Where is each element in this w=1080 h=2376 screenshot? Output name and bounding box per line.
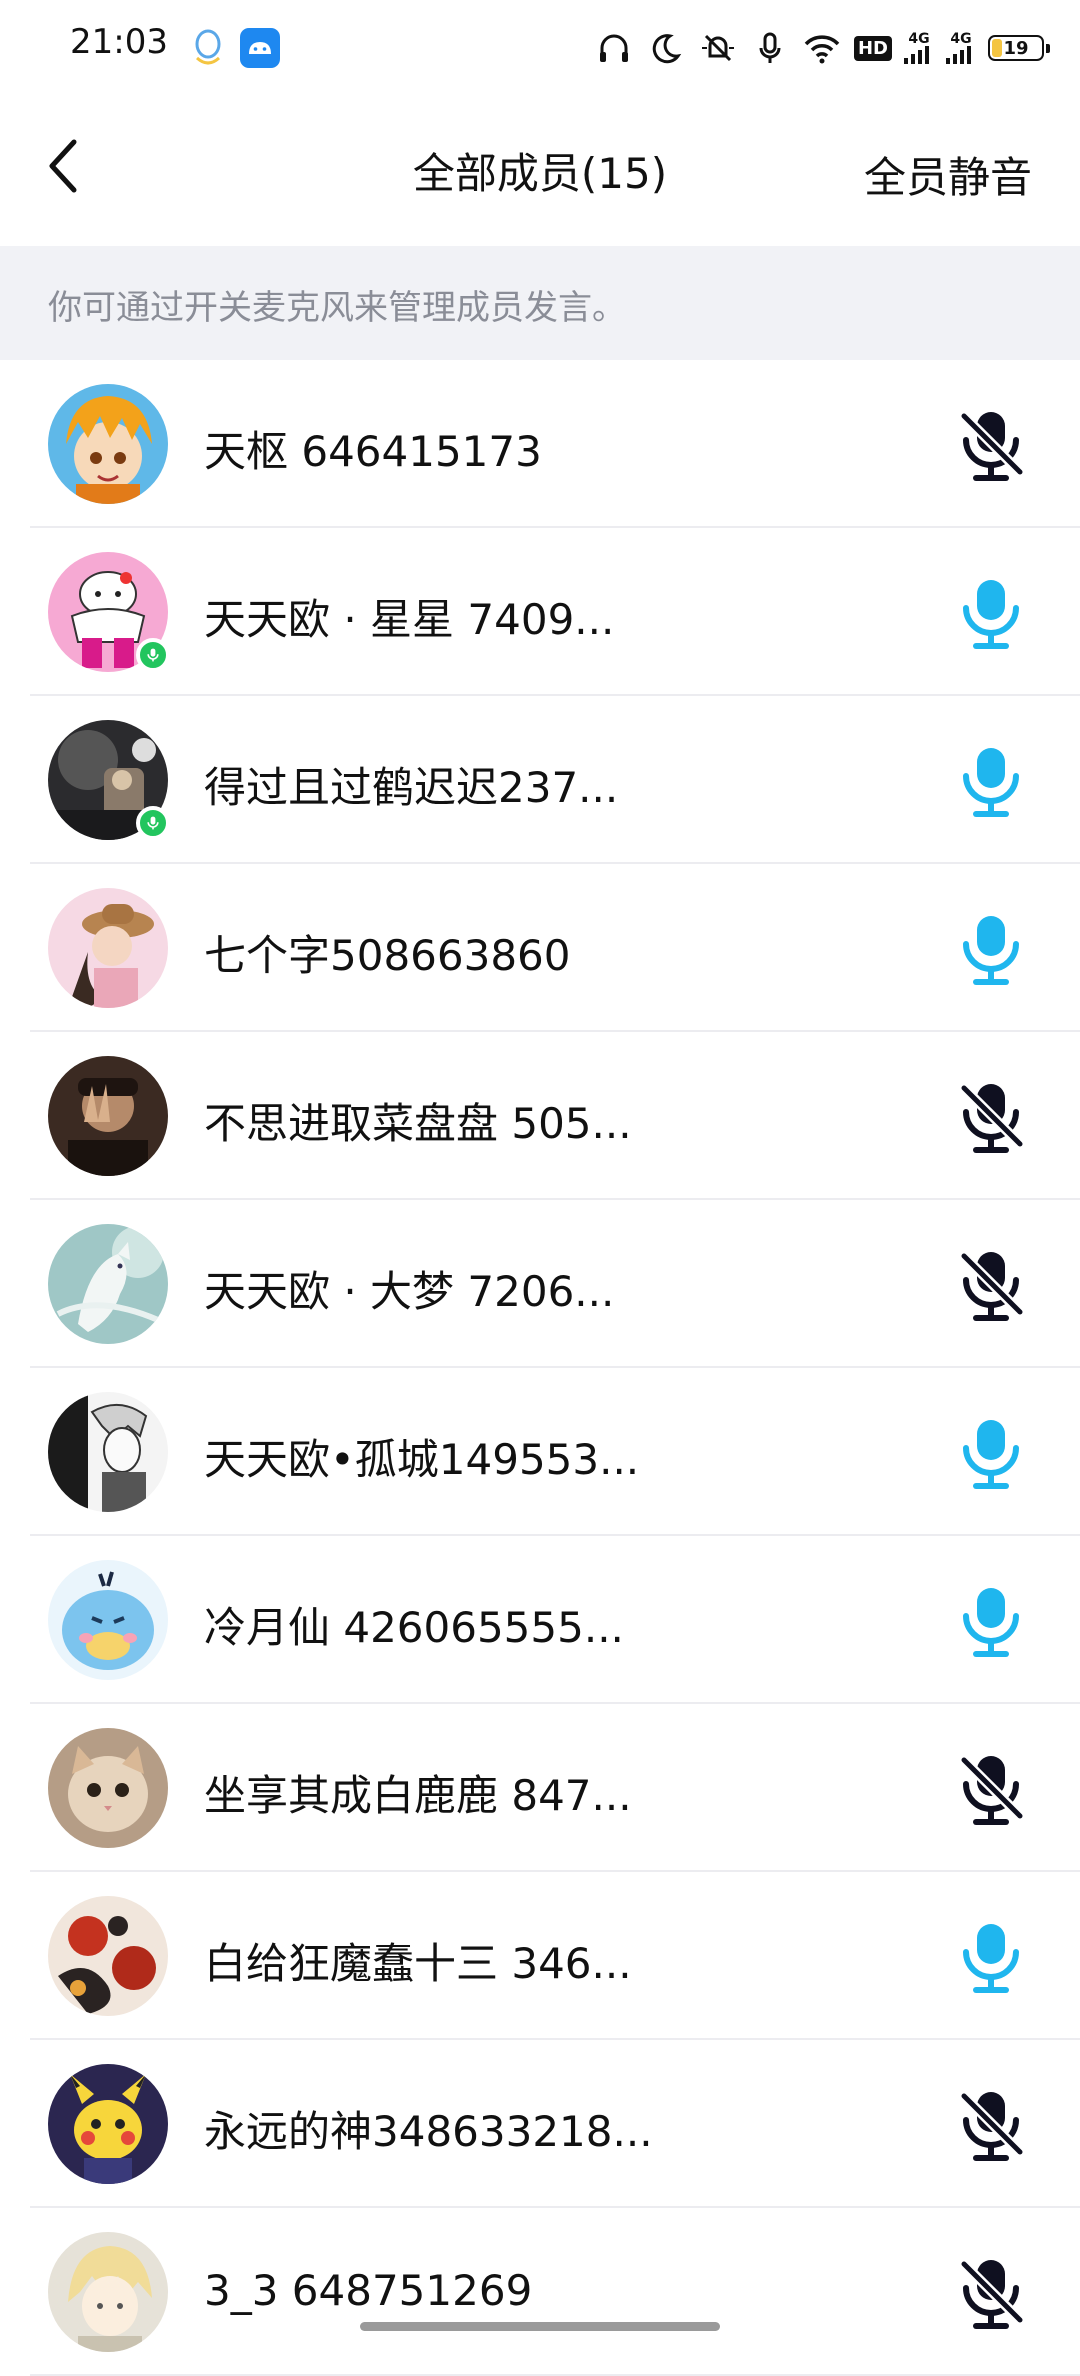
microphone-status-icon	[759, 32, 781, 63]
white-fox-art-avatar-icon	[48, 1224, 168, 1344]
member-name: 冷月仙 426065555...	[204, 1603, 624, 1652]
status-bar: 21:03 HD 4G 4G 19	[0, 0, 1080, 96]
member-row[interactable]: 七个字508663860	[0, 864, 1080, 1032]
member-list: 天枢 646415173 天天欧 · 星星 7409... 得过且过鹤迟迟237…	[0, 360, 1080, 2376]
network-indicator-2: 4G	[946, 32, 976, 64]
member-avatar[interactable]	[48, 1224, 168, 1344]
member-avatar[interactable]	[48, 2064, 168, 2184]
member-avatar[interactable]	[48, 888, 168, 1008]
member-avatar[interactable]	[48, 1728, 168, 1848]
member-avatar[interactable]	[48, 1896, 168, 2016]
member-name: 3_3 648751269	[204, 2266, 533, 2315]
microphone-on-icon[interactable]	[956, 1416, 1026, 1492]
microphone-on-icon[interactable]	[956, 576, 1026, 652]
member-avatar[interactable]	[48, 2232, 168, 2352]
signal-bars-icon	[946, 46, 971, 64]
orange-haired-anime-avatar-icon	[48, 384, 168, 504]
pikachu-avatar-icon	[48, 2064, 168, 2184]
member-name: 白给狂魔蠢十三 346...	[204, 1939, 632, 1988]
network-label-2: 4G	[950, 31, 972, 47]
red-white-art-avatar-icon	[48, 1896, 168, 2016]
nav-header: 全部成员(15) 全员静音	[0, 96, 1080, 244]
moon-icon	[652, 34, 682, 64]
microphone-off-icon[interactable]	[956, 2088, 1027, 2164]
microphone-off-icon[interactable]	[956, 1752, 1027, 1828]
member-row[interactable]: 白给狂魔蠢十三 346...	[0, 1872, 1080, 2040]
member-name: 不思进取菜盘盘 505...	[204, 1099, 632, 1148]
member-name: 永远的神348633218...	[204, 2107, 653, 2156]
member-row[interactable]: 天天欧•孤城149553...	[0, 1368, 1080, 1536]
headphones-icon	[599, 34, 628, 62]
hint-text: 你可通过开关麦克风来管理成员发言。	[48, 288, 626, 328]
microphone-on-icon[interactable]	[956, 1920, 1026, 1996]
member-row[interactable]: 不思进取菜盘盘 505...	[0, 1032, 1080, 1200]
speaking-badge-icon	[136, 638, 170, 672]
member-avatar[interactable]	[48, 1056, 168, 1176]
member-row[interactable]: 得过且过鹤迟迟237...	[0, 696, 1080, 864]
qq-app-icon	[195, 29, 221, 65]
blonde-anime-avatar-icon	[48, 2232, 168, 2352]
member-row[interactable]: 冷月仙 426065555...	[0, 1536, 1080, 1704]
member-row[interactable]: 永远的神348633218...	[0, 2040, 1080, 2208]
status-time: 21:03	[70, 22, 168, 62]
member-row[interactable]: 3_3 648751269	[0, 2208, 1080, 2376]
blue-bird-cartoon-avatar-icon	[48, 1560, 168, 1680]
microphone-on-icon[interactable]	[956, 912, 1026, 988]
member-name: 坐享其成白鹿鹿 847...	[204, 1771, 632, 1820]
kitten-photo-avatar-icon	[48, 1728, 168, 1848]
member-row[interactable]: 天枢 646415173	[0, 360, 1080, 528]
member-name: 得过且过鹤迟迟237...	[204, 763, 619, 812]
hint-banner: 你可通过开关麦克风来管理成员发言。	[0, 246, 1080, 360]
speaking-badge-icon	[136, 806, 170, 840]
member-row[interactable]: 天天欧 · 大梦 7206...	[0, 1200, 1080, 1368]
hand-gesture-photo-avatar-icon	[48, 1056, 168, 1176]
member-name: 天天欧•孤城149553...	[204, 1435, 640, 1484]
member-name: 天天欧 · 大梦 7206...	[204, 1267, 615, 1316]
battery-level: 19	[1003, 37, 1029, 59]
signal-bars-icon	[904, 46, 929, 64]
wifi-icon	[804, 35, 840, 64]
mute-all-button[interactable]: 全员静音	[864, 144, 1032, 205]
muted-bell-icon	[701, 34, 734, 62]
android-app-icon	[240, 28, 280, 68]
microphone-off-icon[interactable]	[956, 1248, 1027, 1324]
microphone-off-icon[interactable]	[956, 1080, 1027, 1156]
member-name: 天枢 646415173	[204, 427, 542, 476]
status-icons: HD 4G 4G 19	[594, 24, 1050, 72]
network-label-1: 4G	[908, 31, 930, 47]
page-title: 全部成员(15)	[412, 149, 668, 198]
manga-sketch-avatar-icon	[48, 1392, 168, 1512]
hd-voice-badge: HD	[853, 35, 892, 61]
girl-hat-avatar-icon	[48, 888, 168, 1008]
member-row[interactable]: 坐享其成白鹿鹿 847...	[0, 1704, 1080, 1872]
member-name: 七个字508663860	[204, 931, 571, 980]
home-indicator[interactable]	[360, 2322, 720, 2331]
microphone-off-icon[interactable]	[956, 2256, 1027, 2332]
member-avatar[interactable]	[48, 384, 168, 504]
microphone-off-icon[interactable]	[956, 408, 1027, 484]
member-avatar[interactable]	[48, 1392, 168, 1512]
member-avatar[interactable]	[48, 1560, 168, 1680]
battery-icon: 19	[988, 35, 1050, 61]
member-name: 天天欧 · 星星 7409...	[204, 595, 615, 644]
microphone-on-icon[interactable]	[956, 1584, 1026, 1660]
microphone-on-icon[interactable]	[956, 744, 1026, 820]
member-row[interactable]: 天天欧 · 星星 7409...	[0, 528, 1080, 696]
network-indicator-1: 4G	[904, 32, 934, 64]
